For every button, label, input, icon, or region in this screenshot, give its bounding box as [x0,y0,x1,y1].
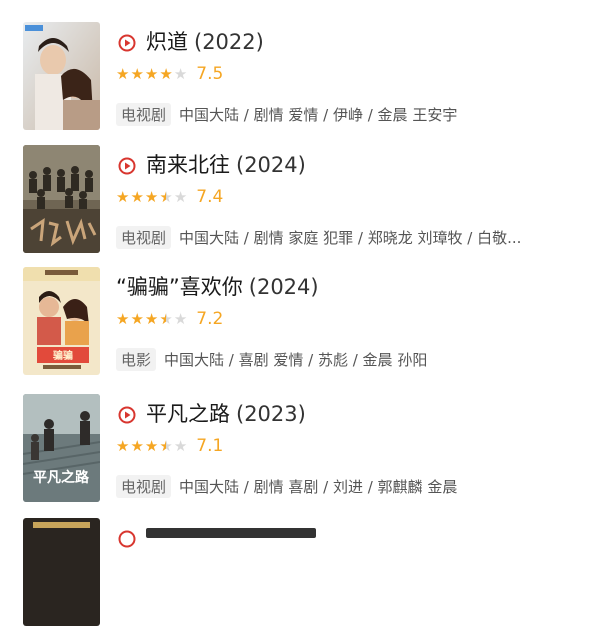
poster-title-text: 平凡之路 [33,469,90,485]
play-icon[interactable] [118,406,136,424]
star-full-icon: ★ [159,65,173,83]
poster-image[interactable] [23,518,100,626]
star-full-icon: ★ [116,188,130,206]
score: 7.1 [196,436,224,456]
poster-art [23,22,100,130]
poster-title-text: 骗骗 [53,349,73,362]
star-full-icon: ★ [144,437,159,455]
star-full-icon: ★ [130,188,144,206]
star-full-icon: ★ [116,310,130,328]
star-full-icon: ★ [144,65,159,83]
title-line[interactable]: “骗骗”喜欢你 (2024) [116,273,319,301]
poster-image[interactable]: 骗骗 [23,267,100,375]
score: 7.2 [196,309,224,329]
poster-image[interactable] [23,22,100,130]
info-text: 中国大陆 / 剧情 家庭 犯罪 / 郑晓龙 刘璋牧 / 白敬... [179,228,522,247]
info-line: 电视剧 中国大陆 / 剧情 家庭 犯罪 / 郑晓龙 刘璋牧 / 白敬... [116,224,521,250]
play-icon[interactable] [118,34,136,52]
play-icon[interactable] [118,530,136,548]
star-empty-icon: ★ [173,437,188,455]
star-empty-icon: ★ [173,310,188,328]
star-full-icon: ★ [144,188,159,206]
poster-art: 平凡之路 [23,394,100,502]
type-badge: 电影 [116,347,157,371]
star-half-icon: ★ [159,188,173,206]
poster-art: 骗骗 [23,267,100,375]
info-line: 电视剧 中国大陆 / 剧情 爱情 / 伊峥 / 金晨 王安宇 [116,101,457,127]
info-line: 电视剧 中国大陆 / 剧情 喜剧 / 刘进 / 郭麒麟 金晨 [116,473,457,499]
title[interactable]: 平凡之路 [146,402,230,426]
title-line[interactable]: 炽道 (2022) [146,28,264,56]
star-full-icon: ★ [130,310,144,328]
star-half-icon: ★ [159,310,173,328]
title[interactable]: 炽道 [146,30,188,54]
movie-list: 炽道 (2022) ★ ★ ★ ★ ★ 7.5 电视剧 中国大陆 / 剧情 爱情 / 伊峥… [0,0,600,626]
type-badge: 电视剧 [116,102,172,126]
star-rating: ★ ★ ★ ★ ★ [116,310,188,328]
year: (2024) [236,153,306,177]
star-full-icon: ★ [116,437,130,455]
rating-row: ★ ★ ★ ★ ★ 7.1 [116,435,223,457]
info-text: 中国大陆 / 剧情 爱情 / 伊峥 / 金晨 王安宇 [179,105,458,124]
info-text: 中国大陆 / 剧情 喜剧 / 刘进 / 郭麒麟 金晨 [179,477,458,496]
type-badge: 电视剧 [116,225,172,249]
rating-row: ★ ★ ★ ★ ★ 7.4 [116,186,223,208]
year: (2023) [236,402,306,426]
score: 7.5 [196,64,224,84]
star-empty-icon: ★ [173,65,188,83]
title[interactable]: “骗骗”喜欢你 [116,275,243,299]
list-item[interactable]: 炽道 (2022) ★ ★ ★ ★ ★ 7.5 电视剧 中国大陆 / 剧情 爱情 / 伊峥… [0,22,600,134]
info-text: 中国大陆 / 喜剧 爱情 / 苏彪 / 金晨 孙阳 [164,350,428,369]
star-full-icon: ★ [144,310,159,328]
title-placeholder [146,528,316,538]
star-empty-icon: ★ [173,188,188,206]
list-item[interactable]: 骗骗 “骗骗”喜欢你 (2024) ★ ★ ★ ★ ★ 7.2 电影 中国大陆 / 喜剧 … [0,267,600,379]
list-item[interactable]: 南来北往 (2024) ★ ★ ★ ★ ★ 7.4 电视剧 中国大陆 / 剧情 家庭 犯罪… [0,145,600,257]
title[interactable]: 南来北往 [146,153,230,177]
score: 7.4 [196,187,224,207]
type-badge: 电视剧 [116,474,172,498]
year: (2022) [194,30,264,54]
year: (2024) [248,275,319,299]
star-half-icon: ★ [159,437,173,455]
rating-row: ★ ★ ★ ★ ★ 7.2 [116,308,223,330]
star-full-icon: ★ [116,65,130,83]
play-icon[interactable] [118,157,136,175]
list-item[interactable]: 平凡之路 平凡之路 (2023) ★ ★ ★ ★ ★ 7.1 电视剧 中国大陆 / 剧情 … [0,394,600,506]
star-rating: ★ ★ ★ ★ ★ [116,437,188,455]
star-rating: ★ ★ ★ ★ ★ [116,188,188,206]
title-line[interactable]: 平凡之路 (2023) [146,400,306,428]
poster-art [23,145,100,253]
star-full-icon: ★ [130,437,144,455]
info-line: 电影 中国大陆 / 喜剧 爱情 / 苏彪 / 金晨 孙阳 [116,346,427,372]
title-line[interactable]: 南来北往 (2024) [146,151,306,179]
rating-row: ★ ★ ★ ★ ★ 7.5 [116,63,223,85]
star-full-icon: ★ [130,65,144,83]
poster-image[interactable] [23,145,100,253]
star-rating: ★ ★ ★ ★ ★ [116,65,188,83]
poster-art [23,518,100,626]
poster-image[interactable]: 平凡之路 [23,394,100,502]
list-item-partial[interactable] [0,518,600,630]
